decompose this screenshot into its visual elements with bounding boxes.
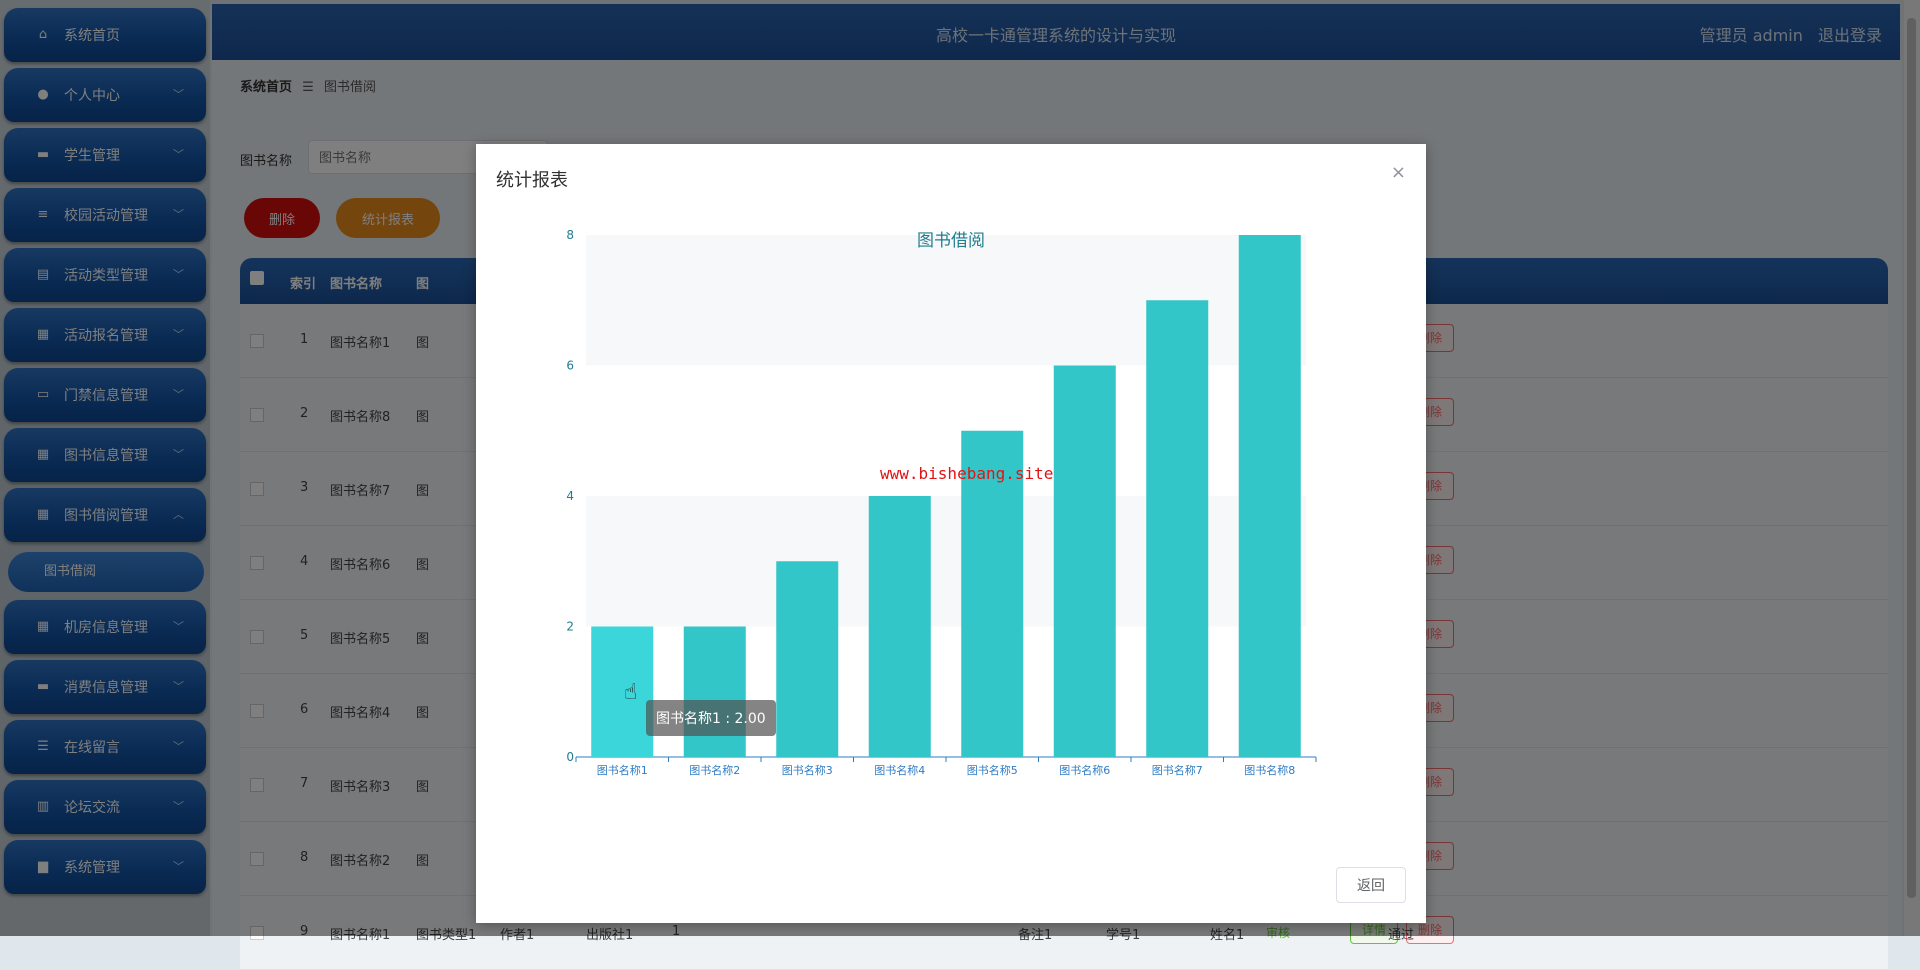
chart-title: 图书借阅 (917, 231, 985, 251)
y-tick-label: 0 (566, 750, 574, 764)
x-tick-label: 图书名称5 (967, 763, 1018, 777)
x-tick-label: 图书名称4 (874, 763, 925, 777)
y-tick-label: 6 (566, 359, 574, 373)
y-tick-label: 8 (566, 228, 574, 242)
x-tick-label: 图书名称2 (689, 763, 740, 777)
x-tick-label: 图书名称1 (597, 763, 648, 777)
bar-chart: 0 2 4 6 8 图书借阅图书名称1 图书名称2 图书名称3 图书名称4 图书名称5 图书名称6 图… (566, 228, 1317, 777)
x-tick-label: 图书名称8 (1244, 763, 1295, 777)
bar (776, 561, 839, 757)
x-tick-label: 图书名称3 (782, 763, 833, 777)
x-tick-label: 图书名称7 (1152, 763, 1203, 777)
bar (1238, 235, 1301, 757)
watermark: www.bishebang.site (880, 464, 1054, 483)
bar (683, 626, 746, 757)
y-tick-label: 2 (566, 620, 574, 634)
x-tick-label: 图书名称6 (1059, 763, 1110, 777)
stats-dialog: 统计报表 × 0 2 4 6 8 图书借阅 图书名称1 图书名称2 图书名称3 图书名称4 图书名称… (476, 144, 1426, 923)
bar (1053, 365, 1116, 757)
bar (591, 626, 654, 757)
bar (1146, 300, 1209, 757)
bar (868, 496, 931, 757)
y-tick-label: 4 (566, 489, 574, 503)
back-button[interactable]: 返回 (1336, 867, 1406, 903)
hand-cursor-icon: ☝ (624, 680, 638, 705)
chart-tooltip: 图书名称1 : 2.00 (646, 700, 776, 736)
